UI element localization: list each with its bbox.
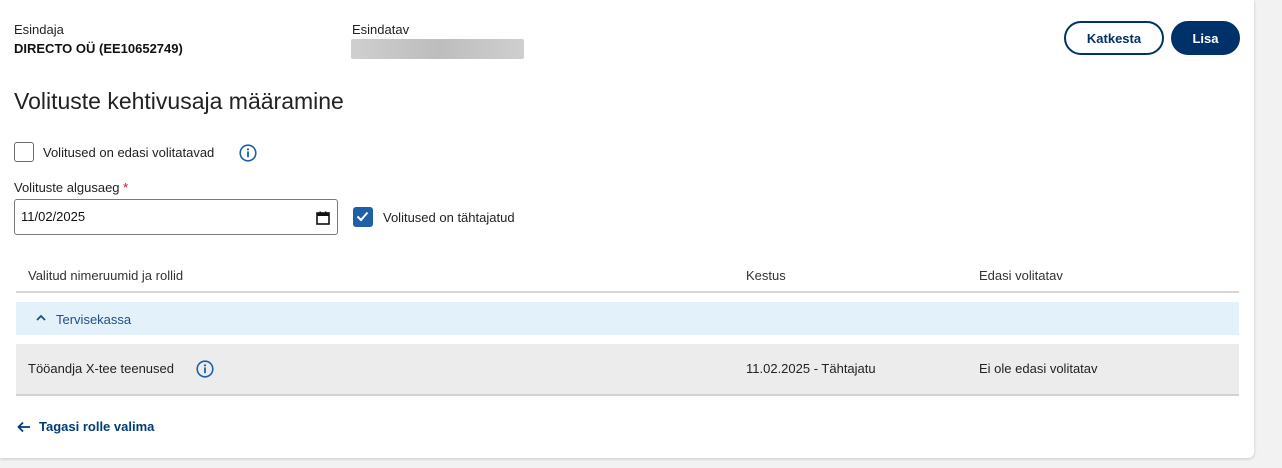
delegable-cell: Ei ole edasi volitatav: [979, 361, 1098, 376]
main-card: Esindaja DIRECTO OÜ (EE10652749) Esindat…: [0, 0, 1254, 458]
delegable-checkbox[interactable]: [14, 142, 34, 162]
column-header-roles: Valitud nimeruumid ja rollid: [28, 268, 184, 283]
page-title: Volituste kehtivusaja määramine: [14, 88, 344, 114]
back-link-label[interactable]: Tagasi rolle valima: [39, 419, 154, 434]
principal-value: DIRECTO OÜ (EE10652749): [14, 41, 183, 56]
role-cell: Tööandja X-tee teenused: [28, 361, 174, 376]
checkmark-icon: [356, 211, 369, 222]
start-date-value: 11/02/2025: [21, 209, 86, 224]
start-date-input[interactable]: 11/02/2025: [14, 199, 338, 235]
representative-value-redacted: [351, 39, 524, 59]
delegable-checkbox-label[interactable]: Volitused on edasi volitatavad: [43, 145, 214, 160]
info-icon[interactable]: [239, 144, 257, 162]
representative-label: Esindatav: [352, 22, 410, 37]
principal-label: Esindaja: [14, 22, 64, 37]
arrow-left-icon: [17, 421, 30, 432]
start-date-label-text: Volituste algusaeg: [14, 180, 120, 195]
indefinite-checkbox-label[interactable]: Volitused on tähtajatud: [383, 210, 515, 225]
table-row: Tööandja X-tee teenused 11.02.2025 - Täh…: [16, 344, 1239, 396]
column-header-duration: Kestus: [746, 268, 786, 283]
column-header-delegable: Edasi volitatav: [979, 268, 1063, 283]
start-date-label: Volituste algusaeg *: [14, 180, 128, 195]
group-label: Tervisekassa: [56, 312, 132, 327]
duration-cell: 11.02.2025 - Tähtajatu: [746, 361, 876, 376]
table-header-divider: [16, 291, 1239, 293]
required-marker: *: [123, 180, 129, 195]
indefinite-checkbox[interactable]: [353, 207, 373, 227]
calendar-icon[interactable]: [316, 211, 330, 225]
info-icon[interactable]: [196, 360, 214, 378]
back-link[interactable]: Tagasi rolle valima: [17, 419, 154, 434]
group-row-tervisekassa[interactable]: Tervisekassa: [16, 302, 1239, 335]
chevron-up-icon[interactable]: [36, 314, 46, 322]
cancel-button[interactable]: Katkesta: [1064, 21, 1164, 55]
add-button[interactable]: Lisa: [1171, 21, 1240, 55]
